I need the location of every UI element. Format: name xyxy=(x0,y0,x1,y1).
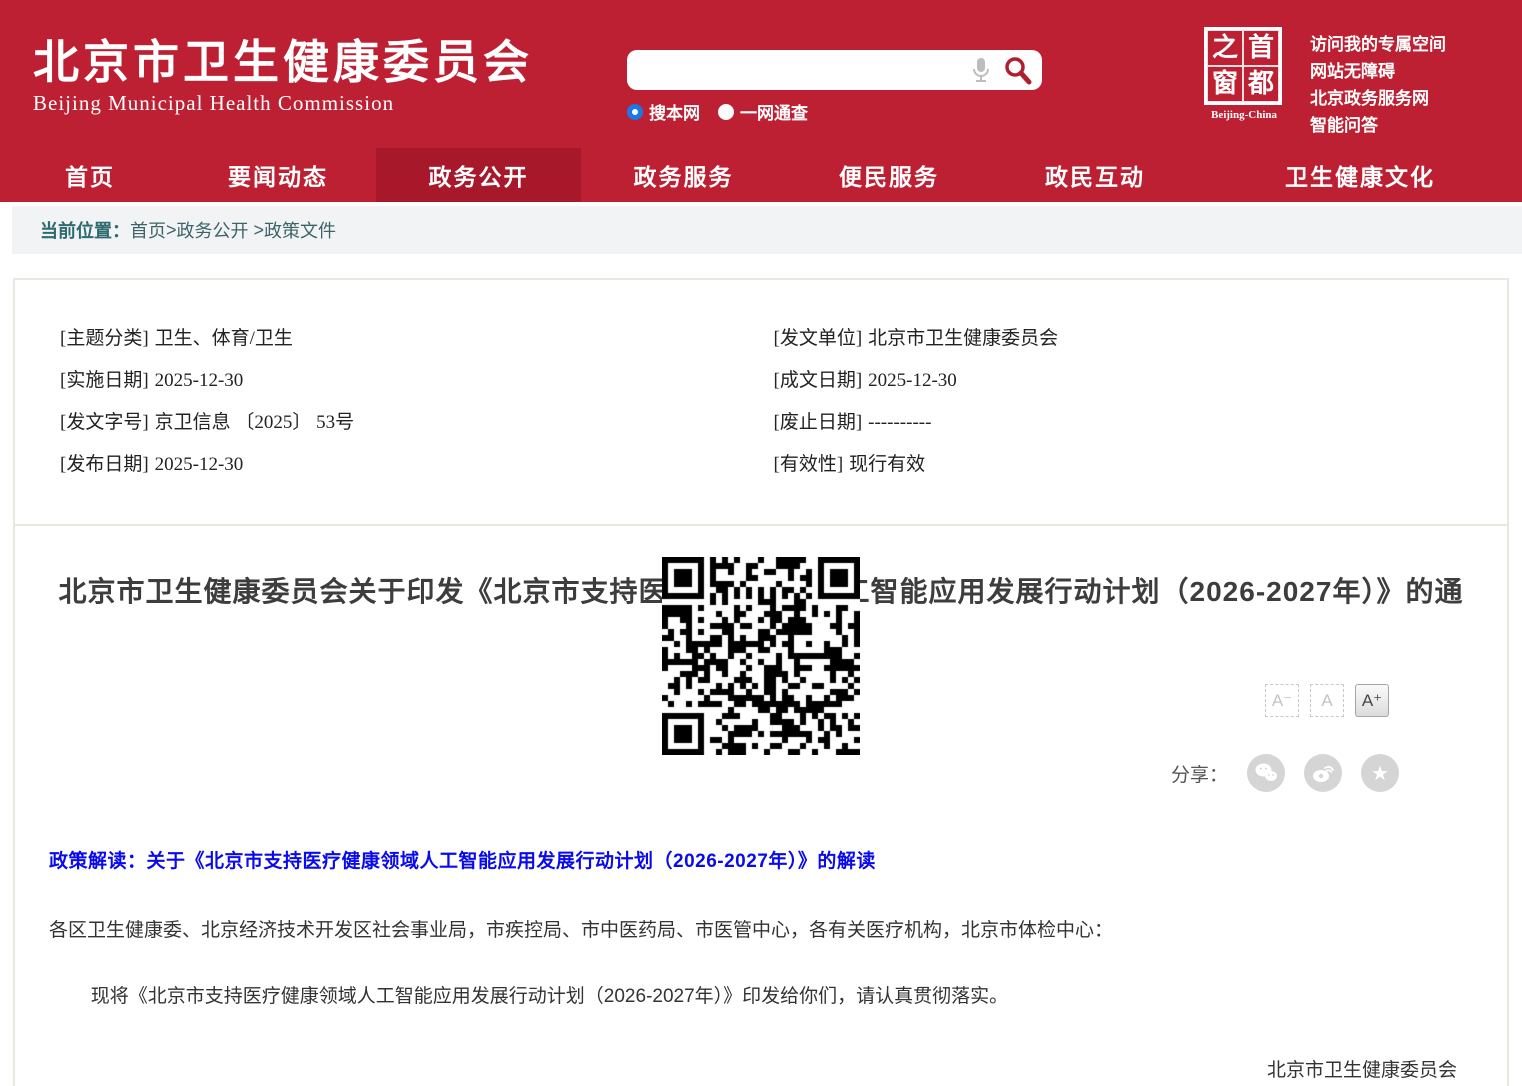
capital-window-seal: 之 首 窗 都 xyxy=(1204,27,1282,105)
nav-item-home[interactable]: 首页 xyxy=(0,148,180,202)
meta-value: 京卫信息 〔2025〕 53号 xyxy=(155,412,355,433)
link-accessibility[interactable]: 网站无障碍 xyxy=(1310,58,1446,85)
meta-publish-date: [发布日期] 2025-12-30 xyxy=(60,454,774,476)
seal-char: 都 xyxy=(1243,66,1279,102)
meta-validity: [有效性]现行有效 xyxy=(774,454,1488,476)
font-increase-button[interactable]: A⁺ xyxy=(1355,684,1389,717)
share-qzone-button[interactable]: ★ xyxy=(1361,754,1399,792)
meta-issuing-unit: [发文单位]北京市卫生健康委员会 xyxy=(774,328,1488,350)
radio-selected-icon[interactable] xyxy=(627,104,643,120)
document-metadata: [主题分类] 卫生、体育/卫生 [发文单位]北京市卫生健康委员会 [实施日期] 20… xyxy=(15,280,1507,526)
signature: 北京市卫生健康委员会 xyxy=(15,1055,1507,1082)
breadcrumb-section[interactable]: 政务公开 xyxy=(177,217,249,243)
scope-option-label: 搜本网 xyxy=(649,99,700,124)
nav-item-convenience[interactable]: 便民服务 xyxy=(786,148,992,202)
scope-option-one-network[interactable]: 一网通查 xyxy=(718,99,808,124)
meta-written-date: [成文日期]2025-12-30 xyxy=(774,370,1488,392)
seal-char: 窗 xyxy=(1207,66,1243,102)
meta-value: 现行有效 xyxy=(849,454,925,475)
font-decrease-button[interactable]: A⁻ xyxy=(1265,684,1299,717)
site-header: 北京市卫生健康委员会 Beijing Municipal Health Comm… xyxy=(0,0,1522,202)
main-nav: 首页 要闻动态 政务公开 政务服务 便民服务 政民互动 卫生健康文化 xyxy=(0,148,1522,202)
policy-interpretation-link[interactable]: 政策解读：关于《北京市支持医疗健康领域人工智能应用发展行动计划（2026-202… xyxy=(49,846,876,873)
meta-label: [主题分类] xyxy=(60,328,149,349)
meta-value: 2025-12-30 xyxy=(155,454,244,475)
meta-document-number: [发文字号] 京卫信息 〔2025〕 53号 xyxy=(60,412,774,434)
capital-window-logo[interactable]: 之 首 窗 都 Beijing-China xyxy=(1204,27,1284,121)
article-paragraph: 各区卫生健康委、北京经济技术开发区社会事业局，市疾控局、市中医药局、市医管中心，… xyxy=(49,918,1467,944)
search-input[interactable] xyxy=(641,55,970,85)
meta-value: 北京市卫生健康委员会 xyxy=(868,328,1058,349)
breadcrumb-home[interactable]: 首页 xyxy=(130,217,166,243)
qr-code xyxy=(662,557,860,755)
scope-option-this-site[interactable]: 搜本网 xyxy=(627,99,700,124)
meta-repeal-date: [废止日期]---------- xyxy=(774,412,1488,434)
share-wechat-button[interactable] xyxy=(1247,754,1285,792)
meta-label: [发文字号] xyxy=(60,412,149,433)
nav-item-gov-service[interactable]: 政务服务 xyxy=(581,148,786,202)
meta-label: [发布日期] xyxy=(60,454,149,475)
meta-label: [发文单位] xyxy=(774,328,863,349)
site-logo[interactable]: 北京市卫生健康委员会 Beijing Municipal Health Comm… xyxy=(33,36,533,116)
meta-value: 2025-12-30 xyxy=(155,370,244,391)
breadcrumb: 当前位置： 首页 > 政务公开 > 政策文件 xyxy=(12,206,1522,254)
document-panel: [主题分类]卫生、体育/卫生 [发文单位]北京市卫生健康委员会 [实施日期]20… xyxy=(13,278,1509,1086)
radio-unselected-icon[interactable] xyxy=(718,104,734,120)
meta-label: [成文日期] xyxy=(774,370,863,391)
article-paragraph: 现将《北京市支持医疗健康领域人工智能应用发展行动计划（2026-2027年）》印… xyxy=(49,984,1467,1010)
breadcrumb-label: 当前位置： xyxy=(40,217,130,243)
search-scope-options: 搜本网 一网通查 xyxy=(627,99,1042,124)
nav-item-gov-open[interactable]: 政务公开 xyxy=(376,148,581,202)
meta-value: 卫生、体育/卫生 xyxy=(155,328,293,349)
link-beijing-gov-service[interactable]: 北京政务服务网 xyxy=(1310,85,1446,112)
article-body: 北京市卫生健康委员会关于印发《北京市支持医疗健康领域人工智能应用发展行动计划（2… xyxy=(15,526,1507,1086)
share-weibo-button[interactable] xyxy=(1304,754,1342,792)
capital-window-caption: Beijing-China xyxy=(1204,109,1284,121)
meta-implementation-date: [实施日期] 2025-12-30 xyxy=(60,370,774,392)
search-box xyxy=(627,50,1042,90)
meta-label: [有效性] xyxy=(774,454,844,475)
nav-item-news[interactable]: 要闻动态 xyxy=(180,148,376,202)
meta-value: 2025-12-30 xyxy=(868,370,957,391)
search-area: 搜本网 一网通查 xyxy=(627,50,1042,124)
microphone-icon[interactable] xyxy=(970,57,992,83)
meta-label: [实施日期] xyxy=(60,370,149,391)
quick-links: 访问我的专属空间 网站无障碍 北京政务服务网 智能问答 xyxy=(1310,31,1446,139)
seal-char: 首 xyxy=(1243,30,1279,66)
font-normal-button[interactable]: A xyxy=(1310,684,1344,717)
seal-char: 之 xyxy=(1207,30,1243,66)
site-subtitle: Beijing Municipal Health Commission xyxy=(33,91,533,116)
link-smart-qa[interactable]: 智能问答 xyxy=(1310,112,1446,139)
wechat-icon xyxy=(1254,762,1278,784)
site-title: 北京市卫生健康委员会 xyxy=(33,36,533,88)
weibo-icon xyxy=(1311,762,1335,784)
nav-item-interaction[interactable]: 政民互动 xyxy=(992,148,1198,202)
meta-label: [废止日期] xyxy=(774,412,863,433)
meta-topic-category: [主题分类] 卫生、体育/卫生 xyxy=(60,328,774,350)
nav-item-health-culture[interactable]: 卫生健康文化 xyxy=(1198,148,1522,202)
breadcrumb-separator: > xyxy=(166,220,177,241)
share-label: 分享： xyxy=(1171,760,1228,787)
share-controls: 分享： ★ xyxy=(15,754,1507,792)
scope-option-label: 一网通查 xyxy=(740,99,808,124)
link-my-space[interactable]: 访问我的专属空间 xyxy=(1310,31,1446,58)
breadcrumb-separator: > xyxy=(249,220,265,241)
breadcrumb-page[interactable]: 政策文件 xyxy=(264,217,336,243)
meta-value: ---------- xyxy=(868,412,931,433)
star-icon: ★ xyxy=(1371,761,1389,786)
search-icon[interactable] xyxy=(1002,55,1032,85)
